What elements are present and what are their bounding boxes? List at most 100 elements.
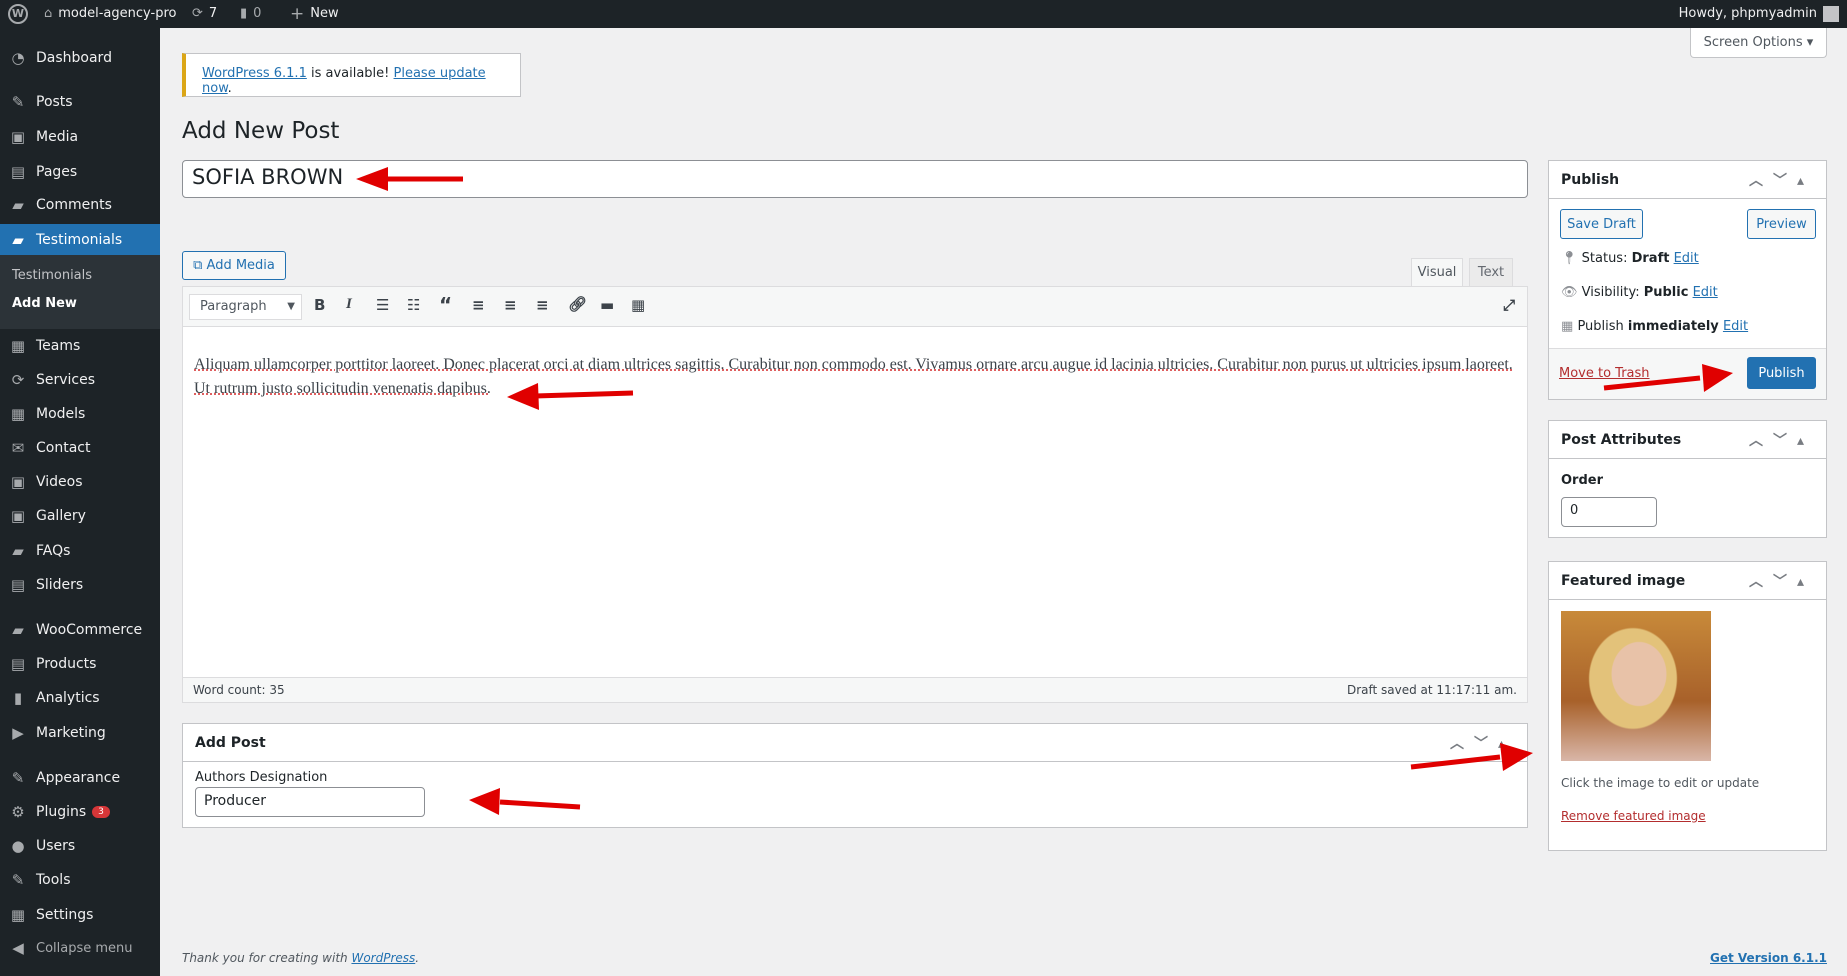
toolbar-toggle-icon[interactable]: ▦ xyxy=(631,296,645,314)
wordpress-logo-icon[interactable]: W xyxy=(8,0,28,28)
sidebar-item-appearance[interactable]: ✎ Appearance xyxy=(0,762,160,794)
fullscreen-icon[interactable]: ⤢ xyxy=(1503,296,1515,314)
order-label: Order xyxy=(1561,473,1603,488)
submenu-add-new[interactable]: Add New xyxy=(12,296,77,311)
sidebar-item-models[interactable]: ▦ Models xyxy=(0,398,160,430)
sidebar-item-services[interactable]: ⟳ Services xyxy=(0,364,160,396)
sidebar-item-contact[interactable]: ✉ Contact xyxy=(0,432,160,464)
align-left-icon[interactable]: ≡ xyxy=(472,296,485,314)
order-input[interactable]: 0 xyxy=(1561,497,1657,527)
menu-icon: ◔ xyxy=(11,49,25,67)
plus-icon: + xyxy=(290,4,305,24)
sidebar-item-posts[interactable]: ✎ Posts xyxy=(0,86,160,118)
visibility-row: 👁︎ Visibility: Public Edit xyxy=(1561,285,1718,300)
status-row: 📍︎ Status: Draft Edit xyxy=(1561,251,1699,266)
edit-visibility-link[interactable]: Edit xyxy=(1693,285,1718,300)
authors-designation-input[interactable]: Producer xyxy=(195,787,425,817)
menu-icon: ▰ xyxy=(12,196,24,214)
bold-icon[interactable]: B xyxy=(314,296,325,314)
sidebar-item-dashboard[interactable]: ◔ Dashboard xyxy=(0,42,160,74)
menu-icon: ⚙ xyxy=(11,803,25,821)
sidebar-item-analytics[interactable]: ▮ Analytics xyxy=(0,682,160,714)
sidebar-item-teams[interactable]: ▦ Teams xyxy=(0,330,160,362)
my-account-link[interactable]: Howdy, phpmyadmin xyxy=(1679,0,1839,28)
page-title: Add New Post xyxy=(182,118,340,144)
save-draft-button[interactable]: Save Draft xyxy=(1560,209,1643,239)
sidebar-item-pages[interactable]: ▤ Pages xyxy=(0,156,160,188)
sidebar-item-gallery[interactable]: ▣ Gallery xyxy=(0,500,160,532)
plugins-update-badge: 3 xyxy=(92,806,110,818)
sidebar-item-label: Marketing xyxy=(36,725,106,741)
new-content-link[interactable]: + New xyxy=(290,0,339,28)
sidebar-item-faqs[interactable]: ▰ FAQs xyxy=(0,535,160,567)
sidebar-item-plugins[interactable]: ⚙ Plugins 3 xyxy=(0,796,160,828)
metabox-title: Publish xyxy=(1561,171,1620,188)
sidebar-item-media[interactable]: ▣ Media xyxy=(0,121,160,153)
sidebar-item-testimonials[interactable]: ▰ Testimonials xyxy=(0,224,160,256)
link-icon[interactable]: 🔗︎ xyxy=(568,295,587,313)
sidebar-item-label: Contact xyxy=(36,440,91,456)
sidebar-item-label: WooCommerce xyxy=(36,622,143,638)
comments-link[interactable]: ▮ 0 xyxy=(240,0,261,28)
sidebar-item-comments[interactable]: ▰ Comments xyxy=(0,189,160,221)
content-paragraph: Ut rutrum justo sollicitudin venenatis d… xyxy=(194,380,491,397)
tab-visual[interactable]: Visual xyxy=(1411,258,1463,286)
screen-options-button[interactable]: Screen Options ▾ xyxy=(1690,28,1827,58)
featured-image-metabox: Featured image ︿﹀▴ Click the image to edi… xyxy=(1548,561,1827,851)
wordpress-link[interactable]: WordPress xyxy=(351,951,415,965)
edit-status-link[interactable]: Edit xyxy=(1674,251,1699,266)
menu-icon: ✎ xyxy=(11,871,25,889)
avatar xyxy=(1823,6,1839,22)
get-version-link[interactable]: Get Version 6.1.1 xyxy=(1710,951,1827,965)
featured-image-thumbnail[interactable] xyxy=(1561,611,1711,761)
metabox-controls-icon[interactable]: ︿﹀▴ xyxy=(1749,430,1814,450)
blockquote-icon[interactable]: “ xyxy=(439,293,452,317)
update-notice: WordPress 6.1.1 is available! Please upd… xyxy=(182,53,521,97)
post-title-input[interactable]: SOFIA BROWN xyxy=(182,160,1528,198)
sidebar-item-label: Videos xyxy=(36,474,83,490)
align-center-icon[interactable]: ≡ xyxy=(504,296,517,314)
updates-link[interactable]: ⟳ 7 xyxy=(192,0,217,28)
italic-icon[interactable]: I xyxy=(346,296,352,313)
sidebar-item-settings[interactable]: ▦ Settings xyxy=(0,899,160,931)
align-right-icon[interactable]: ≡ xyxy=(536,296,549,314)
edit-schedule-link[interactable]: Edit xyxy=(1723,319,1748,334)
menu-icon: ▤ xyxy=(10,163,26,181)
sidebar-item-label: Analytics xyxy=(36,690,100,706)
add-media-button[interactable]: ⧉ Add Media xyxy=(182,251,286,280)
numbered-list-icon[interactable]: ☷ xyxy=(407,296,420,314)
editor-content[interactable]: Aliquam ullamcorper porttitor laoreet. D… xyxy=(194,353,1517,401)
metabox-title: Featured image xyxy=(1561,572,1686,589)
format-select[interactable]: Paragraph ▼ xyxy=(189,294,302,320)
publish-button[interactable]: Publish xyxy=(1747,357,1816,389)
metabox-title: Post Attributes xyxy=(1561,431,1682,448)
move-to-trash-link[interactable]: Move to Trash xyxy=(1559,366,1650,381)
menu-icon: ⟳ xyxy=(11,371,25,389)
sidebar-item-marketing[interactable]: ▶ Marketing xyxy=(0,717,160,749)
tab-text[interactable]: Text xyxy=(1469,258,1513,286)
sidebar-item-products[interactable]: ▤ Products xyxy=(0,648,160,680)
menu-icon: ✉ xyxy=(11,439,25,457)
chevron-down-icon: ▼ xyxy=(287,301,295,312)
sidebar-item-woocommerce[interactable]: ▰ WooCommerce xyxy=(0,614,160,646)
metabox-controls-icon[interactable]: ︿﹀▴ xyxy=(1450,733,1515,753)
sidebar-item-videos[interactable]: ▣ Videos xyxy=(0,466,160,498)
metabox-controls-icon[interactable]: ︿﹀▴ xyxy=(1749,571,1814,591)
metabox-controls-icon[interactable]: ︿﹀▴ xyxy=(1749,170,1814,190)
sidebar-item-sliders[interactable]: ▤ Sliders xyxy=(0,569,160,601)
sidebar-item-tools[interactable]: ✎ Tools xyxy=(0,864,160,896)
submenu-testimonials[interactable]: Testimonials xyxy=(12,268,92,283)
wordpress-version-link[interactable]: WordPress 6.1.1 xyxy=(202,66,307,81)
sidebar-item-collapse-menu[interactable]: ◀ Collapse menu xyxy=(0,932,160,964)
menu-icon: ▣ xyxy=(10,507,26,525)
site-name-link[interactable]: ⌂ model-agency-pro xyxy=(44,0,176,28)
bullet-list-icon[interactable]: ☰ xyxy=(376,296,389,314)
menu-icon: ● xyxy=(11,837,25,855)
sidebar-item-users[interactable]: ● Users xyxy=(0,830,160,862)
menu-icon: ▰ xyxy=(12,621,24,639)
preview-button[interactable]: Preview xyxy=(1747,209,1816,239)
testimonials-submenu: Testimonials Add New xyxy=(0,255,160,329)
menu-icon: ▦ xyxy=(10,405,26,423)
read-more-icon[interactable]: ▬ xyxy=(600,296,614,314)
remove-featured-image-link[interactable]: Remove featured image xyxy=(1561,809,1706,823)
